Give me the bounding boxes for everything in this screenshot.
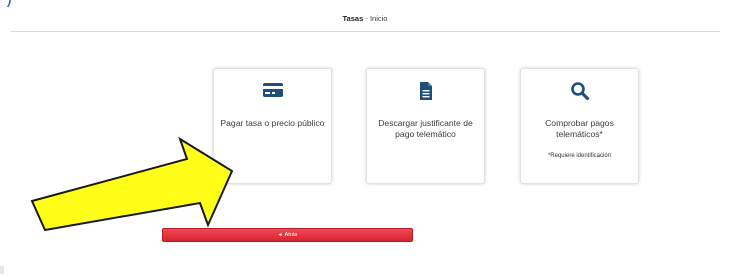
document-icon — [419, 82, 432, 100]
cropped-top-banner: / ̄) ̄ ̄ ̄ ̄ ̄ ̄ ̄ ̄ ̄ ̄ ̄ ̄ ̄ ̄ ̄ ̄ ̄ ̄… — [0, 0, 730, 7]
identification-note: *Requiere identificación — [547, 153, 612, 159]
header-divider — [10, 31, 720, 32]
page-title: Tasas — [342, 14, 364, 23]
back-button-label: Atrás — [284, 232, 298, 238]
download-receipt-label: Descargar justificante de pago telemátic… — [378, 118, 473, 139]
back-icon: ◄ — [277, 232, 283, 238]
breadcrumb-current: Inicio — [369, 14, 388, 23]
pay-fee-label: Pagar tasa o precio público — [220, 118, 325, 128]
edge-marker — [0, 266, 4, 274]
breadcrumb-separator: - — [365, 14, 368, 23]
page-header: Tasas - Inicio — [0, 9, 730, 29]
download-receipt-card[interactable]: Descargar justificante de pago telemátic… — [366, 68, 485, 184]
check-payments-card[interactable]: Comprobar pagos telemáticos* *Requiere i… — [520, 68, 639, 184]
credit-card-icon — [262, 83, 283, 97]
search-icon — [570, 82, 589, 101]
yellow-pointer-arrow-icon — [30, 136, 234, 232]
check-payments-label: Comprobar pagos telemáticos* — [545, 118, 614, 139]
back-button[interactable]: ◄ Atrás — [162, 228, 413, 242]
